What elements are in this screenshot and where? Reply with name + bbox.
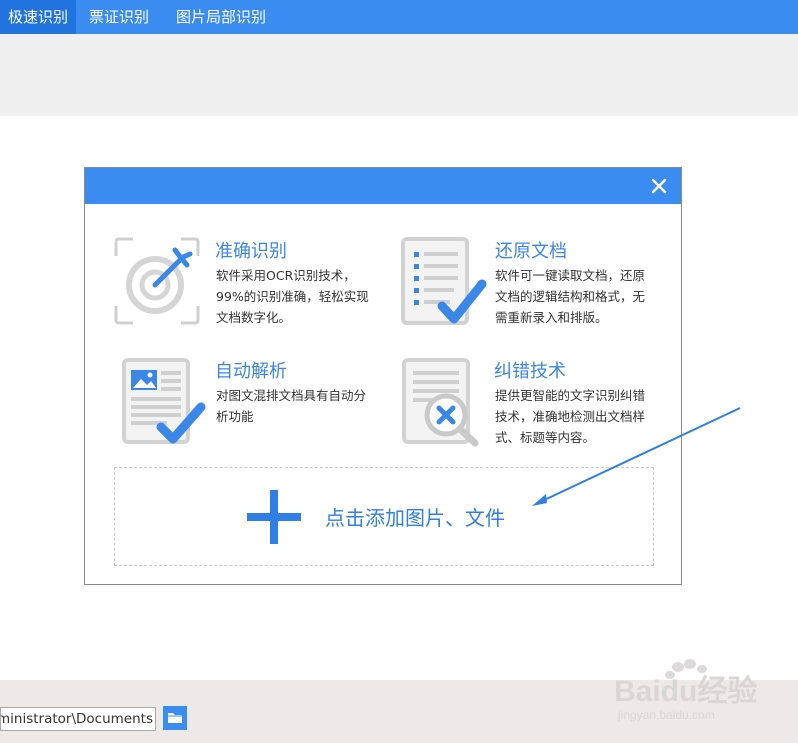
add-files-label: 点击添加图片、文件: [325, 506, 505, 530]
image-document-check-icon: [122, 358, 206, 444]
top-tab-bar: 极速识别 票证识别 图片局部识别: [0, 0, 798, 34]
browse-folder-button[interactable]: [163, 706, 187, 730]
plus-icon: [247, 490, 301, 544]
feature-title-error-correct: 纠错技术: [494, 361, 566, 382]
document-check-icon: [401, 237, 487, 325]
target-icon: [114, 237, 200, 325]
dialog-title-bar: [85, 168, 681, 204]
folder-icon: [168, 713, 182, 723]
add-file-dialog: 准确识别 软件采用OCR识别技术，99%的识别准确，轻松实现文档数字化。 还原文…: [84, 167, 682, 585]
feature-desc-accurate: 软件采用OCR识别技术，99%的识别准确，轻松实现文档数字化。: [216, 268, 369, 325]
feature-desc-auto-parse: 对图文混排文档具有自动分析功能: [216, 388, 367, 424]
add-files-dropzone[interactable]: 点击添加图片、文件: [114, 467, 654, 566]
close-icon[interactable]: [649, 176, 669, 196]
toolbar-area: [0, 34, 798, 116]
tab-partial-image-recognition[interactable]: 图片局部识别: [168, 0, 274, 34]
tab-fast-recognition[interactable]: 极速识别: [0, 0, 77, 34]
feature-title-auto-parse: 自动解析: [215, 361, 287, 382]
feature-desc-restore: 软件可一键读取文档，还原文档的逻辑结构和格式，无需重新录入和排版。: [495, 268, 646, 325]
document-magnifier-error-icon: [402, 358, 479, 447]
tab-ticket-recognition[interactable]: 票证识别: [81, 0, 157, 34]
feature-title-restore: 还原文档: [495, 241, 567, 262]
feature-desc-error-correct: 提供更智能的文字识别纠错技术，准确地检测出文档样式、标题等内容。: [495, 388, 646, 445]
output-path-value: C:\Users\Administrator\Documents: [1, 711, 153, 727]
output-path-field[interactable]: C:\Users\Administrator\Documents: [0, 707, 156, 731]
feature-title-accurate: 准确识别: [215, 241, 287, 262]
